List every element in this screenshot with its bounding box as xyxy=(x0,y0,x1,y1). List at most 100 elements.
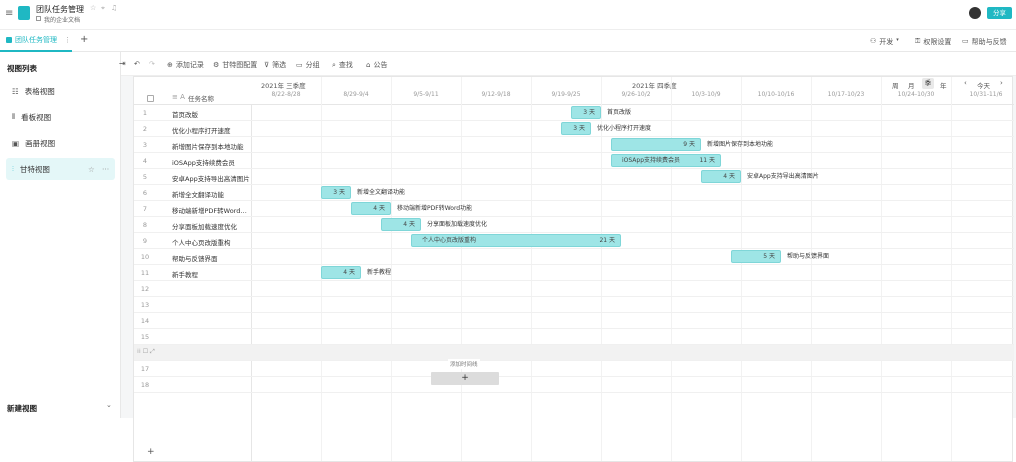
filter-button[interactable]: ⊽ 筛选 xyxy=(264,60,286,70)
bar-duration: 21 天 xyxy=(599,237,615,244)
gantt-bar[interactable]: 4 天 xyxy=(351,202,391,215)
gantt-bar[interactable]: 4 天 xyxy=(701,170,741,183)
task-name[interactable]: 分享面板加载速度优化 xyxy=(172,221,250,231)
share-button[interactable]: 分享 xyxy=(987,7,1012,19)
week-label: 9/26-10/2 xyxy=(621,91,651,98)
tab-label: 团队任务管理 xyxy=(15,36,57,44)
gantt-bar[interactable]: 4 天 xyxy=(381,218,421,231)
table-row[interactable]: 17 xyxy=(134,361,1014,377)
group-button[interactable]: ▭ 分组 xyxy=(296,60,320,70)
task-name[interactable]: 帮助与反馈界面 xyxy=(172,253,250,263)
bell-icon[interactable]: ♫ xyxy=(111,4,117,12)
row-handle-icon[interactable]: ⁞⁞ ☐ ⤢ xyxy=(137,348,155,356)
table-row[interactable]: 10 帮助与反馈界面 xyxy=(134,249,1014,265)
gantt-bar[interactable]: 5 天 xyxy=(731,250,781,263)
avatar[interactable] xyxy=(969,7,981,19)
home-icon: ⌂ xyxy=(366,61,371,69)
bar-inline-label: iOSApp支持续费会员 xyxy=(622,157,681,164)
prev-icon[interactable]: ‹ xyxy=(964,79,967,87)
add-timeline-button[interactable]: + xyxy=(431,372,499,385)
task-name[interactable]: 首页改版 xyxy=(172,109,250,119)
name-column-header[interactable]: 任务名称 xyxy=(188,93,214,103)
sidebar-item-gallery[interactable]: ▣ 画册视图 xyxy=(6,132,115,154)
tab-active[interactable]: 团队任务管理 ⋮ xyxy=(0,30,72,52)
sidebar-title: 视图列表 xyxy=(7,64,37,73)
task-name[interactable]: 个人中心页改版重构 xyxy=(172,237,250,247)
scale-week-button[interactable]: 周 xyxy=(892,80,899,90)
add-record-button[interactable]: ⊕ 添加记录 xyxy=(167,60,204,70)
task-name[interactable]: 新增全文翻译功能 xyxy=(172,189,250,199)
week-label: 8/29-9/4 xyxy=(343,91,369,98)
sidebar-item-gantt[interactable]: ⫶ 甘特视图 ☆ ··· xyxy=(6,158,115,180)
next-icon[interactable]: › xyxy=(1000,79,1003,87)
table-row[interactable]: 15 xyxy=(134,329,1014,345)
task-name[interactable]: 移动端新增PDF转Word功能 xyxy=(172,205,250,215)
more-icon[interactable]: ··· xyxy=(102,165,109,174)
task-name[interactable]: 优化小程序打开速度 xyxy=(172,125,250,135)
sidebar-item-table[interactable]: ☷ 表格视图 xyxy=(6,80,115,102)
table-row[interactable]: 3 新增图片保存到本地功能 xyxy=(134,137,1014,153)
today-button[interactable]: 今天 xyxy=(977,80,990,90)
chevron-down-icon[interactable]: ⌄ xyxy=(106,401,112,409)
table-row[interactable]: 8 分享面板加载速度优化 xyxy=(134,217,1014,233)
help-button[interactable]: ▭ 帮助与反馈 xyxy=(962,37,1007,47)
table-row[interactable]: 14 xyxy=(134,313,1014,329)
table-row[interactable]: 12 xyxy=(134,281,1014,297)
undo-icon[interactable]: ↶ xyxy=(134,60,140,68)
bar-label: 移动端新增PDF转Word功能 xyxy=(397,205,473,212)
gallery-icon: ▣ xyxy=(12,138,20,148)
table-row[interactable]: ⁞⁞ ☐ ⤢16 xyxy=(134,345,1014,361)
gantt-bar[interactable]: iOSApp支持续费会员 11 天 xyxy=(611,154,721,167)
week-label: 9/12-9/18 xyxy=(481,91,511,98)
collapse-sidebar-icon[interactable]: ⇥ xyxy=(119,59,126,68)
table-row[interactable]: 4 iOSApp支持续费会员 xyxy=(134,153,1014,169)
row-number: 14 xyxy=(140,317,150,325)
scale-month-button[interactable]: 月 xyxy=(908,80,915,90)
workspace-name[interactable]: 我的企业文档 xyxy=(44,15,80,24)
bar-duration: 9 天 xyxy=(683,141,695,148)
week-label: 10/3-10/9 xyxy=(691,91,721,98)
new-view-label[interactable]: 新建视图 xyxy=(7,403,37,414)
gantt-config-button[interactable]: ⚙ 甘特图配置 xyxy=(213,60,257,70)
row-number: 7 xyxy=(142,205,148,213)
code-icon: ⚇ xyxy=(870,37,877,45)
bar-duration: 5 天 xyxy=(763,253,775,260)
find-button[interactable]: ⌕ 查找 xyxy=(332,60,353,70)
permission-button[interactable]: ⚿ 权限设置 xyxy=(915,37,951,47)
star-icon[interactable]: ☆ xyxy=(90,4,96,12)
star-icon[interactable]: ☆ xyxy=(88,165,95,174)
add-row-button[interactable]: + xyxy=(147,447,155,457)
table-row[interactable]: 7 移动端新增PDF转Word功能 xyxy=(134,201,1014,217)
task-name[interactable]: 安卓App支持导出高清图片 xyxy=(172,173,250,183)
task-name[interactable]: iOSApp支持续费会员 xyxy=(172,157,250,167)
table-row[interactable]: 13 xyxy=(134,297,1014,313)
announcement-button[interactable]: ⌂ 公告 xyxy=(366,60,387,70)
gantt-bar[interactable]: 3 天 xyxy=(571,106,601,119)
sidebar-item-label: 看板视图 xyxy=(21,112,52,122)
table-row[interactable]: 18 xyxy=(134,377,1014,393)
table-row[interactable]: 11 新手教程 xyxy=(134,265,1014,281)
gantt-bar[interactable]: 3 天 xyxy=(561,122,591,135)
task-name[interactable]: 新增图片保存到本地功能 xyxy=(172,141,250,151)
gantt-bar[interactable]: 3 天 xyxy=(321,186,351,199)
tag-icon[interactable]: ⌖ xyxy=(101,4,105,13)
dev-menu[interactable]: ⚇ 开发 ▾ xyxy=(870,37,899,47)
redo-icon[interactable]: ↷ xyxy=(149,60,155,68)
table-row[interactable]: 6 新增全文翻译功能 xyxy=(134,185,1014,201)
gantt-bar[interactable]: 9 天 xyxy=(611,138,701,151)
gantt-bar[interactable]: 个人中心页改版重构 21 天 xyxy=(411,234,621,247)
week-label: 8/22-8/28 xyxy=(271,91,301,98)
view-sidebar: 视图列表 ☷ 表格视图 ⫴ 看板视图 ▣ 画册视图 ⫶ 甘特视图 ☆ ··· 新建视图 … xyxy=(0,52,121,418)
table-row[interactable]: 5 安卓App支持导出高清图片 xyxy=(134,169,1014,185)
folder-icon: ▭ xyxy=(296,61,303,69)
scale-quarter-button[interactable]: 季 xyxy=(922,78,934,89)
sidebar-item-kanban[interactable]: ⫴ 看板视图 xyxy=(6,106,115,128)
add-tab-button[interactable]: + xyxy=(80,34,88,45)
gantt-bar[interactable]: 4 天 xyxy=(321,266,361,279)
menu-icon[interactable]: ≡ xyxy=(5,8,13,19)
select-all-checkbox[interactable] xyxy=(147,95,154,102)
task-name[interactable]: 新手教程 xyxy=(172,269,250,279)
tab-more-icon[interactable]: ⋮ xyxy=(64,36,71,44)
scale-year-button[interactable]: 年 xyxy=(940,80,947,90)
chevron-down-icon: ▾ xyxy=(896,37,899,43)
